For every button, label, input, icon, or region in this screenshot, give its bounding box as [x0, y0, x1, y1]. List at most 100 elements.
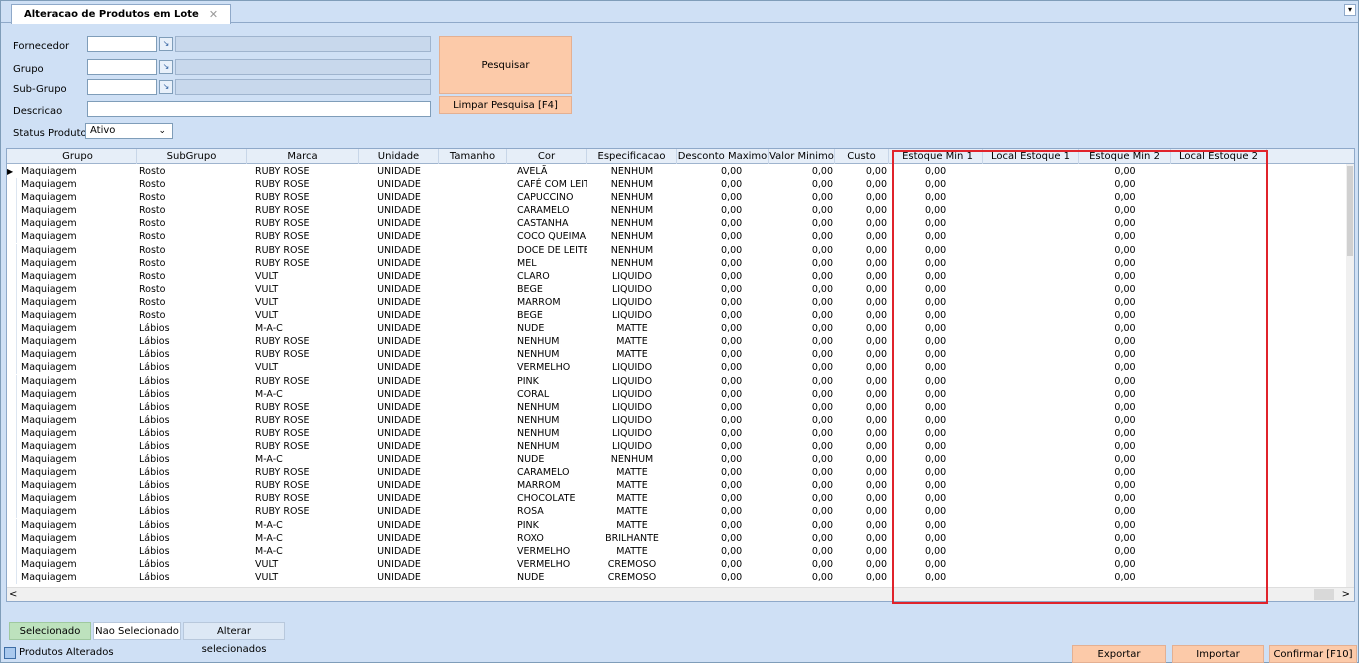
cell-desconto-maximo[interactable]: 0,00 [677, 296, 769, 309]
table-row[interactable]: Maquiagem Lábios VULT UNIDADE VERMELHO CREMOS… [7, 557, 1354, 571]
cell-subgrupo[interactable]: Lábios [137, 401, 247, 414]
cell-custo[interactable]: 0,00 [835, 191, 889, 204]
cell-local-estoque-2[interactable] [1171, 244, 1267, 257]
cell-unidade[interactable]: UNIDADE [359, 492, 439, 505]
cell-subgrupo[interactable]: Lábios [137, 558, 247, 571]
cell-grupo[interactable]: Maquiagem [19, 217, 137, 230]
cell-local-estoque-2[interactable] [1171, 165, 1267, 178]
cell-subgrupo[interactable]: Lábios [137, 348, 247, 361]
table-row[interactable]: Maquiagem Lábios VULT UNIDADE NUDE CREMOSO 0,0… [7, 570, 1354, 584]
cell-cor[interactable]: NENHUM [507, 335, 587, 348]
cell-estoque-min-1[interactable]: 0,00 [893, 348, 983, 361]
cell-custo[interactable]: 0,00 [835, 296, 889, 309]
cell-cor[interactable]: CLARO [507, 270, 587, 283]
cell-custo[interactable]: 0,00 [835, 244, 889, 257]
cell-desconto-maximo[interactable]: 0,00 [677, 492, 769, 505]
cell-cor[interactable]: DOCE DE LEITE [507, 244, 587, 257]
table-row[interactable]: Maquiagem Rosto VULT UNIDADE MARROM LIQUIDO 0,… [7, 295, 1354, 309]
cell-local-estoque-1[interactable] [983, 257, 1079, 270]
cell-estoque-min-2[interactable]: 0,00 [1079, 244, 1171, 257]
cell-local-estoque-1[interactable] [983, 230, 1079, 243]
cell-subgrupo[interactable]: Lábios [137, 505, 247, 518]
cell-estoque-min-1[interactable]: 0,00 [893, 427, 983, 440]
cell-estoque-min-1[interactable]: 0,00 [893, 257, 983, 270]
cell-desconto-maximo[interactable]: 0,00 [677, 322, 769, 335]
cell-local-estoque-2[interactable] [1171, 204, 1267, 217]
cell-marca[interactable]: RUBY ROSE [247, 427, 359, 440]
cell-estoque-min-2[interactable]: 0,00 [1079, 479, 1171, 492]
cell-marca[interactable]: RUBY ROSE [247, 204, 359, 217]
cell-tamanho[interactable] [439, 348, 507, 361]
cell-tamanho[interactable] [439, 191, 507, 204]
cell-estoque-min-1[interactable]: 0,00 [893, 322, 983, 335]
column-header-estoque-min-2[interactable]: Estoque Min 2 [1079, 149, 1171, 164]
cell-cor[interactable]: VERMELHO [507, 361, 587, 374]
scroll-right-icon[interactable]: > [1342, 588, 1350, 601]
cell-grupo[interactable]: Maquiagem [19, 388, 137, 401]
row-selector[interactable] [7, 361, 17, 375]
cell-unidade[interactable]: UNIDADE [359, 257, 439, 270]
cell-local-estoque-2[interactable] [1171, 532, 1267, 545]
cell-marca[interactable]: RUBY ROSE [247, 348, 359, 361]
cell-valor-minimo[interactable]: 0,00 [769, 427, 835, 440]
cell-especificacao[interactable]: LIQUIDO [587, 388, 677, 401]
cell-unidade[interactable]: UNIDADE [359, 217, 439, 230]
cell-desconto-maximo[interactable]: 0,00 [677, 257, 769, 270]
cell-estoque-min-1[interactable]: 0,00 [893, 388, 983, 401]
cell-grupo[interactable]: Maquiagem [19, 296, 137, 309]
cell-marca[interactable]: RUBY ROSE [247, 257, 359, 270]
cell-subgrupo[interactable]: Lábios [137, 388, 247, 401]
cell-marca[interactable]: VULT [247, 296, 359, 309]
cell-desconto-maximo[interactable]: 0,00 [677, 348, 769, 361]
cell-unidade[interactable]: UNIDADE [359, 230, 439, 243]
row-selector[interactable] [7, 335, 17, 349]
cell-estoque-min-2[interactable]: 0,00 [1079, 230, 1171, 243]
alter-selected-button[interactable]: Alterar selecionados [183, 622, 285, 655]
cell-subgrupo[interactable]: Lábios [137, 571, 247, 584]
cell-grupo[interactable]: Maquiagem [19, 230, 137, 243]
cell-local-estoque-1[interactable] [983, 466, 1079, 479]
table-row[interactable]: Maquiagem Rosto RUBY ROSE UNIDADE CASTANHA NE… [7, 217, 1354, 231]
cell-especificacao[interactable]: BRILHANTE [587, 532, 677, 545]
cell-desconto-maximo[interactable]: 0,00 [677, 191, 769, 204]
close-icon[interactable]: ✕ [209, 8, 218, 21]
cell-local-estoque-2[interactable] [1171, 348, 1267, 361]
cell-desconto-maximo[interactable]: 0,00 [677, 388, 769, 401]
cell-custo[interactable]: 0,00 [835, 217, 889, 230]
cell-cor[interactable]: NUDE [507, 571, 587, 584]
cell-custo[interactable]: 0,00 [835, 440, 889, 453]
table-row[interactable]: Maquiagem Lábios M-A-C UNIDADE PINK MATTE 0,00… [7, 518, 1354, 532]
table-row[interactable]: Maquiagem Lábios RUBY ROSE UNIDADE NENHUM LIQ… [7, 400, 1354, 414]
cell-local-estoque-1[interactable] [983, 453, 1079, 466]
cell-local-estoque-1[interactable] [983, 348, 1079, 361]
cell-local-estoque-1[interactable] [983, 479, 1079, 492]
tab-selecionado[interactable]: Selecionado [9, 622, 91, 640]
horizontal-scrollbar[interactable]: < > [7, 587, 1354, 601]
table-row[interactable]: Maquiagem Lábios RUBY ROSE UNIDADE NENHUM LIQ… [7, 439, 1354, 453]
row-selector[interactable] [7, 453, 17, 467]
table-row[interactable]: Maquiagem Rosto RUBY ROSE UNIDADE CARAMELO NE… [7, 204, 1354, 218]
row-selector[interactable] [7, 322, 17, 336]
cell-subgrupo[interactable]: Rosto [137, 191, 247, 204]
cell-marca[interactable]: M-A-C [247, 322, 359, 335]
cell-unidade[interactable]: UNIDADE [359, 361, 439, 374]
cell-local-estoque-1[interactable] [983, 270, 1079, 283]
cell-local-estoque-2[interactable] [1171, 558, 1267, 571]
cell-estoque-min-1[interactable]: 0,00 [893, 361, 983, 374]
table-row[interactable]: Maquiagem Lábios M-A-C UNIDADE NUDE NENHUM 0,0… [7, 453, 1354, 467]
cell-marca[interactable]: VULT [247, 283, 359, 296]
cell-desconto-maximo[interactable]: 0,00 [677, 440, 769, 453]
cell-local-estoque-1[interactable] [983, 388, 1079, 401]
cell-grupo[interactable]: Maquiagem [19, 571, 137, 584]
cell-cor[interactable]: BEGE [507, 283, 587, 296]
cell-marca[interactable]: RUBY ROSE [247, 335, 359, 348]
cell-local-estoque-2[interactable] [1171, 440, 1267, 453]
cell-grupo[interactable]: Maquiagem [19, 361, 137, 374]
cell-tamanho[interactable] [439, 283, 507, 296]
cell-valor-minimo[interactable]: 0,00 [769, 335, 835, 348]
cell-estoque-min-1[interactable]: 0,00 [893, 571, 983, 584]
cell-local-estoque-2[interactable] [1171, 453, 1267, 466]
cell-valor-minimo[interactable]: 0,00 [769, 466, 835, 479]
row-selector[interactable] [7, 413, 17, 427]
cell-desconto-maximo[interactable]: 0,00 [677, 165, 769, 178]
